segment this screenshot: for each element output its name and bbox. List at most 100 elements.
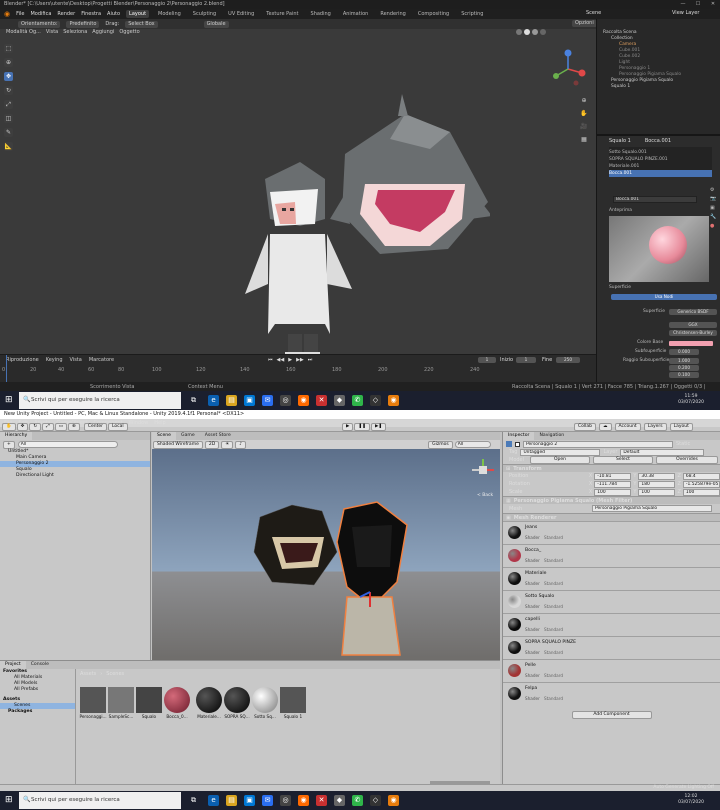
material-tab-icon[interactable]: ● [710, 222, 719, 231]
workspace-tab[interactable]: UV Editing [225, 10, 257, 18]
taskbar-clock[interactable]: 11:59 03/07/2020 [678, 394, 704, 406]
task-view-icon[interactable]: ⧉ [188, 795, 199, 806]
properties-editor[interactable]: Squalo 1 Bocca.001 Sotto Squalo.001 SOPR… [596, 134, 720, 382]
end-frame[interactable]: 250 [556, 357, 580, 363]
task-view-icon[interactable]: ⧉ [188, 395, 199, 406]
whatsapp-icon[interactable]: ✆ [352, 795, 363, 806]
taskbar-search[interactable]: Scrivi qui per eseguire la ricerca [19, 792, 181, 809]
scale-y[interactable]: 100 [638, 488, 676, 496]
unity-icon[interactable]: ◇ [370, 395, 381, 406]
scene-gizmo-icon[interactable] [470, 457, 496, 491]
windows-start-icon[interactable]: ⊞ [5, 396, 14, 405]
hierarchy-panel[interactable]: Hierarchy + All Untitled* Main Camera Pe… [0, 432, 151, 660]
solid-shading-icon[interactable] [524, 29, 530, 35]
select-tool-icon[interactable]: ⬚ [4, 44, 13, 53]
mesh-renderer-header[interactable]: ▣ Mesh Renderer [503, 513, 720, 521]
radius-field[interactable]: 0.200 [669, 365, 699, 371]
tool-tab-icon[interactable]: ⚙ [710, 186, 719, 195]
shading-mode-dropdown[interactable]: Shaded Wireframe [153, 440, 203, 449]
asset-thumb[interactable] [80, 687, 106, 713]
shader-dropdown[interactable]: Standard [544, 627, 563, 632]
breadcrumb-item[interactable]: Scenes [106, 671, 124, 677]
workspace-tab[interactable]: Layout [126, 10, 150, 18]
playhead[interactable] [6, 355, 7, 383]
shader-dropdown[interactable]: Standard [544, 696, 563, 701]
preview-section[interactable]: Anteprima [609, 207, 632, 215]
view-menu[interactable]: Vista [70, 357, 82, 363]
zoom-icon[interactable]: ⊕ [580, 97, 588, 105]
menu-file[interactable]: File [16, 11, 24, 17]
transform-tool-icon[interactable]: ◫ [4, 114, 13, 123]
gizmos-dropdown[interactable]: Gizmos [428, 440, 453, 449]
edge-icon[interactable]: e [208, 395, 219, 406]
material-entry[interactable]: Pelle Shader Standard [503, 659, 720, 682]
material-thumb[interactable] [196, 687, 222, 713]
rect-tool-icon[interactable]: ▭ [54, 423, 68, 431]
blender-logo-icon[interactable]: ◉ [4, 10, 10, 18]
marker-menu[interactable]: Marcatore [89, 357, 114, 363]
workspace-tab[interactable]: Compositing [415, 10, 452, 18]
pause-icon[interactable]: ❚❚ [354, 423, 371, 431]
tab-scene[interactable]: Scene [152, 432, 177, 440]
perspective-label[interactable]: < Back [477, 493, 493, 498]
app-icon[interactable]: ◆ [334, 395, 345, 406]
material-thumb[interactable] [164, 687, 190, 713]
shader-dropdown[interactable]: Standard [544, 581, 563, 586]
tab-project[interactable]: Project [0, 661, 26, 669]
menu-render[interactable]: Render [57, 11, 75, 17]
timeline-ruler[interactable]: 0 20 40 60 80 100 120 140 160 180 200 22… [0, 367, 596, 373]
outliner[interactable]: Raccolta Scena Collection Camera Cube.00… [596, 19, 720, 134]
layers-dropdown[interactable]: Layers [643, 423, 667, 431]
material-slot[interactable]: Materiale.001 [609, 163, 712, 170]
material-entry[interactable]: Materiale Shader Standard [503, 567, 720, 590]
explorer-icon[interactable]: ▤ [226, 395, 237, 406]
scene-search[interactable]: All [454, 441, 491, 448]
mesh-filter-header[interactable]: ▦ Personaggio Pigiama Squalo (Mesh Filte… [503, 496, 720, 504]
project-tree[interactable]: Favorites All Materials All Models All P… [0, 669, 76, 792]
distribution-dropdown[interactable]: GGX [669, 322, 717, 328]
workspace-tab[interactable]: Sculpting [190, 10, 219, 18]
object-name-field[interactable]: Personaggio 2 [523, 440, 673, 448]
render-tab-icon[interactable]: 📷 [710, 195, 719, 204]
overrides-dropdown[interactable]: Overrides [656, 456, 718, 464]
rotation-y[interactable]: 180 [638, 480, 676, 488]
material-slot[interactable]: Sotto Squalo.001 [609, 149, 712, 156]
menu-vista[interactable]: Vista [46, 29, 58, 35]
taskbar-clock[interactable]: 12:02 03/07/2020 [678, 794, 704, 806]
measure-tool-icon[interactable]: 📐 [4, 142, 13, 151]
blender-icon[interactable]: ◉ [388, 395, 399, 406]
options-dropdown[interactable]: Opzioni [572, 20, 597, 27]
step-icon[interactable]: ▶❚ [371, 423, 387, 431]
view-layer-selector[interactable]: View Layer [672, 10, 699, 16]
menu-aiuto[interactable]: Aiuto [107, 11, 120, 17]
tab-console[interactable]: Console [25, 661, 54, 669]
asset-thumb[interactable] [108, 687, 134, 713]
menu-window[interactable]: Window [129, 419, 149, 427]
app-icon[interactable]: ✕ [316, 795, 327, 806]
tab-game[interactable]: Game [176, 432, 200, 440]
rotate-tool-icon[interactable]: ↻ [29, 423, 42, 431]
position-z[interactable]: 68.4 [682, 472, 720, 480]
menu-help[interactable]: Help [154, 419, 165, 427]
pivot-center-button[interactable]: Center [83, 423, 107, 431]
scale-z[interactable]: 100 [682, 488, 720, 496]
keying-menu[interactable]: Keying [46, 357, 63, 363]
project-panel[interactable]: Project Console Favorites All Materials … [0, 660, 500, 792]
create-button[interactable]: + [3, 440, 15, 449]
scene-view[interactable]: < Back [152, 449, 500, 660]
position-y[interactable]: 30.38 [638, 472, 676, 480]
collab-dropdown[interactable]: Collab [574, 423, 597, 431]
workspace-tab[interactable]: Animation [340, 10, 372, 18]
scale-tool-icon[interactable]: ⤢ [42, 423, 54, 431]
rotate-tool-icon[interactable]: ↻ [4, 86, 13, 95]
material-slots[interactable]: Sotto Squalo.001 SOPRA SQUALO PINZE.001 … [609, 147, 712, 177]
hand-tool-icon[interactable]: ✋ [2, 423, 16, 431]
close-icon[interactable]: ✕ [706, 0, 720, 9]
menu-finestra[interactable]: Finestra [81, 11, 101, 17]
material-thumb[interactable] [252, 687, 278, 713]
surface-section[interactable]: Superficie [609, 284, 631, 292]
material-shading-icon[interactable] [532, 29, 538, 35]
tab-navigation[interactable]: Navigation [534, 432, 570, 440]
mode-dropdown[interactable]: Modalità Og... [6, 29, 41, 35]
tag-dropdown[interactable]: Untagged [520, 448, 601, 456]
